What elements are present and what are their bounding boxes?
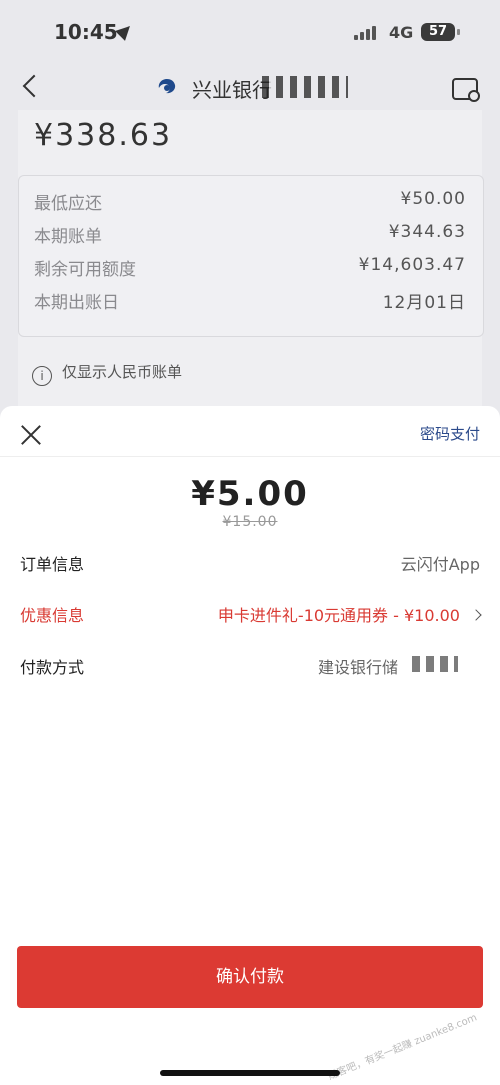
bill-row-label: 本期账单 — [34, 227, 102, 247]
payment-method-value: 建设银行储 — [317, 658, 398, 677]
card-settings-icon[interactable] — [452, 78, 480, 102]
discount-label: 优惠信息 — [20, 606, 85, 625]
home-indicator — [160, 1070, 340, 1076]
currency-note: i 仅显示人民币账单 — [32, 361, 182, 386]
bill-row-value: 12月01日 — [382, 293, 466, 313]
pay-amount: ¥5.00 — [191, 474, 309, 514]
bill-row: 本期出账日 12月01日 — [34, 288, 466, 313]
payment-sheet: 密码支付 ¥5.00 ¥15.00 订单信息 云闪付App 优惠信息 申卡进件礼… — [0, 406, 500, 1085]
discount-value: 申卡进件礼-10元通用券 - ¥10.00 — [217, 606, 460, 625]
status-bar: 10:45 4G 57 — [0, 0, 500, 66]
back-icon[interactable] — [22, 74, 46, 98]
status-time: 10:45 — [54, 20, 118, 44]
bill-row-label: 最低应还 — [34, 194, 102, 214]
redacted-card-number — [262, 76, 348, 98]
network-type: 4G — [389, 23, 414, 42]
password-pay-link[interactable]: 密码支付 — [420, 423, 480, 444]
signal-icon — [354, 26, 378, 40]
nav-header: 兴业银行 — [0, 62, 500, 114]
bill-row: 最低应还 ¥50.00 — [34, 189, 466, 214]
bill-row-label: 本期出账日 — [34, 293, 119, 313]
divider — [0, 456, 500, 457]
confirm-payment-button[interactable]: 确认付款 — [17, 946, 483, 1008]
bill-row-label: 剩余可用额度 — [34, 260, 136, 280]
bank-logo-icon — [158, 79, 176, 94]
bank-name: 兴业银行 — [192, 78, 272, 102]
discount-value-wrap: 申卡进件礼-10元通用券 - ¥10.00 — [217, 602, 482, 626]
bill-row: 剩余可用额度 ¥14,603.47 — [34, 255, 466, 280]
bill-row-value: ¥14,603.47 — [358, 255, 466, 275]
order-info-label: 订单信息 — [20, 555, 85, 574]
info-icon: i — [32, 366, 52, 386]
battery-icon: 57 — [421, 23, 460, 41]
chevron-right-icon — [470, 609, 482, 621]
watermark: 赚客吧，有奖一起赚 zuanke8.com — [326, 1012, 479, 1083]
location-arrow-icon — [115, 21, 135, 41]
payment-method-label: 付款方式 — [20, 658, 85, 677]
bill-balance: ¥338.63 — [34, 118, 173, 153]
redacted-account-number — [412, 656, 458, 672]
currency-note-text: 仅显示人民币账单 — [62, 363, 183, 381]
bill-row-value: ¥344.63 — [388, 222, 466, 242]
order-info-value: 云闪付App — [400, 555, 480, 574]
bill-row-value: ¥50.00 — [400, 189, 466, 209]
close-icon[interactable] — [18, 422, 44, 448]
bill-row: 本期账单 ¥344.63 — [34, 222, 466, 247]
original-amount: ¥15.00 — [222, 514, 278, 530]
